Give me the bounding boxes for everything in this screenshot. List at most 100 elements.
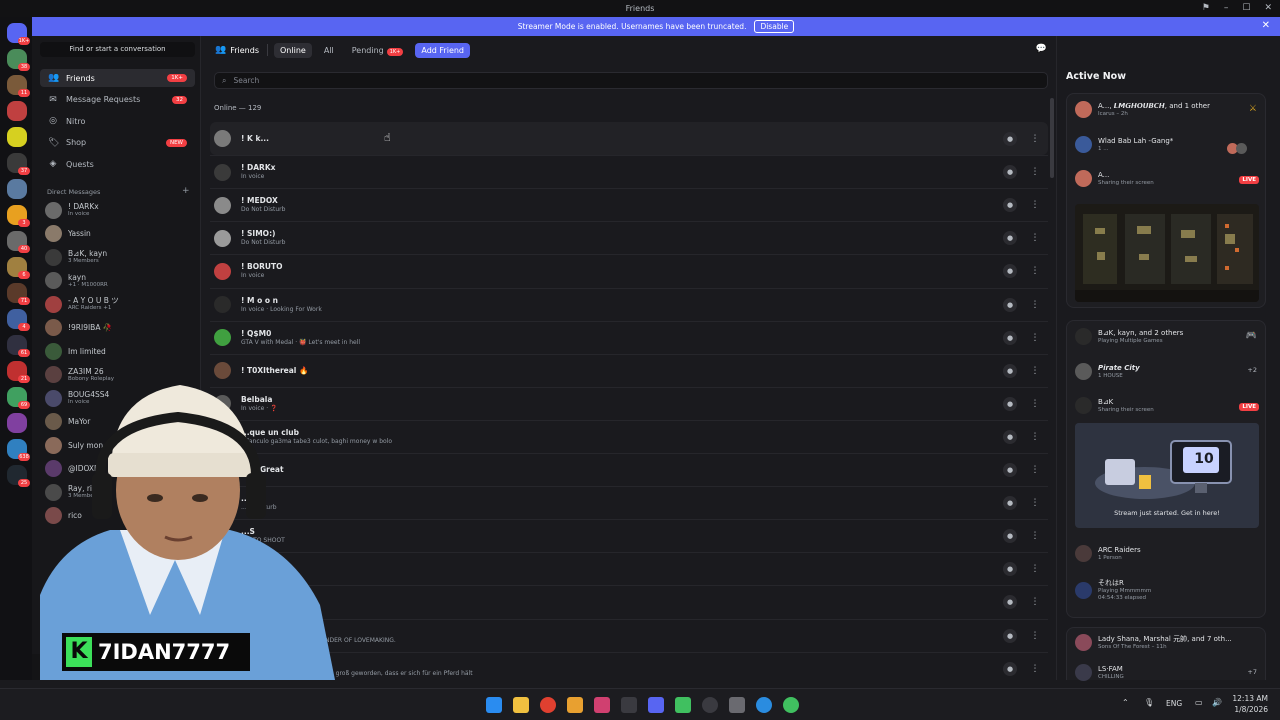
discord-icon[interactable] xyxy=(648,697,664,713)
mouse-cursor-icon: ☝ xyxy=(384,131,391,144)
app-icon[interactable] xyxy=(756,697,772,713)
chrome-icon[interactable] xyxy=(540,697,556,713)
volume-icon[interactable]: 🔊 xyxy=(1212,698,1222,707)
more-options-icon[interactable]: ⋮ xyxy=(1028,662,1042,676)
friend-row[interactable]: ! M o o n In voice · Looking For Work ● ⋮ xyxy=(210,287,1048,321)
start-icon[interactable] xyxy=(486,697,502,713)
find-conversation-button[interactable]: Find or start a conversation xyxy=(40,42,195,57)
clock[interactable]: 12:13 AM 1/8/2026 xyxy=(1232,693,1268,715)
message-icon[interactable]: ● xyxy=(1003,595,1017,610)
message-icon[interactable]: ● xyxy=(1003,562,1017,577)
friend-row[interactable]: ! SIMO:) Do Not Disturb ● ⋮ xyxy=(210,221,1048,254)
app-icon[interactable] xyxy=(702,697,718,713)
maximize-button[interactable]: ☐ xyxy=(1242,3,1250,13)
dm-item[interactable]: Yassin xyxy=(45,223,195,245)
message-icon[interactable]: ● xyxy=(1003,231,1017,246)
dm-item[interactable]: - A Y O U B ツ ARC Raiders +1 xyxy=(45,293,195,315)
disable-streamer-mode-button[interactable]: Disable xyxy=(754,20,795,33)
friend-row[interactable]: ! BORUTO In voice ● ⋮ xyxy=(210,254,1048,287)
more-options-icon[interactable]: ⋮ xyxy=(1028,562,1042,576)
friend-row[interactable]: ! MEDOX Do Not Disturb ● ⋮ xyxy=(210,188,1048,221)
message-icon[interactable]: ● xyxy=(1003,297,1017,312)
dm-item[interactable]: !9RI9IBA 🥀 xyxy=(45,317,195,339)
server-icon[interactable] xyxy=(7,101,27,121)
more-options-icon[interactable]: ⋮ xyxy=(1028,430,1042,444)
message-icon[interactable]: ● xyxy=(1003,165,1017,180)
friends-icon: 👥 xyxy=(48,73,60,83)
activity-card-1[interactable]: A..., 𝙇𝙈𝙂𝙃𝙊𝙐𝘽𝘾𝙃, and 1 other Icarus – 2h … xyxy=(1066,93,1266,308)
app-icon[interactable] xyxy=(594,697,610,713)
activity-card-2[interactable]: B⊿K, kayn, and 2 others Playing Multiple … xyxy=(1066,320,1266,618)
more-options-icon[interactable]: ⋮ xyxy=(1028,165,1042,179)
more-options-icon[interactable]: ⋮ xyxy=(1028,397,1042,411)
sidebar-item-shop[interactable]: 🏷 Shop NEW xyxy=(40,134,195,152)
message-icon[interactable]: ● xyxy=(1003,529,1017,544)
server-icon[interactable] xyxy=(7,127,27,147)
more-options-icon[interactable]: ⋮ xyxy=(1028,595,1042,609)
more-options-icon[interactable]: ⋮ xyxy=(1028,529,1042,543)
more-options-icon[interactable]: ⋮ xyxy=(1028,264,1042,278)
more-options-icon[interactable]: ⋮ xyxy=(1028,198,1042,212)
message-icon[interactable]: ● xyxy=(1003,628,1017,643)
card1-head: A..., 𝙇𝙈𝙂𝙃𝙊𝙐𝘽𝘾𝙃, and 1 other Icarus – 2h xyxy=(1075,101,1210,118)
more-options-icon[interactable]: ⋮ xyxy=(1028,331,1042,345)
message-icon[interactable]: ● xyxy=(1003,429,1017,444)
streamer-tag: 7IDAN7777 xyxy=(98,640,231,664)
more-options-icon[interactable]: ⋮ xyxy=(1028,298,1042,312)
more-options-icon[interactable]: ⋮ xyxy=(1028,629,1042,643)
dm-item[interactable]: ! DARKx In voice xyxy=(45,199,195,221)
tray-chevron-icon[interactable]: ⌃ xyxy=(1122,698,1129,707)
file-explorer-icon[interactable] xyxy=(513,697,529,713)
tab-pending[interactable]: Pending 1K+ xyxy=(346,43,410,58)
more-options-icon[interactable]: ⋮ xyxy=(1028,132,1042,146)
dm-name: !9RI9IBA 🥀 xyxy=(68,323,113,332)
stream-preview[interactable] xyxy=(1075,204,1259,302)
message-icon[interactable]: ● xyxy=(1003,396,1017,411)
sidebar-item-nitro[interactable]: ◎ Nitro xyxy=(40,112,195,130)
add-friend-button[interactable]: Add Friend xyxy=(415,42,471,58)
dm-item[interactable]: kayn +1 · M1000RR xyxy=(45,270,195,292)
friend-search[interactable]: ⌕ Search xyxy=(214,72,1048,89)
sidebar-item-message-requests[interactable]: ✉ Message Requests 32 xyxy=(40,91,195,109)
tab-all[interactable]: All xyxy=(318,43,340,58)
message-icon[interactable]: ● xyxy=(1003,363,1017,378)
more-options-icon[interactable]: ⋮ xyxy=(1028,364,1042,378)
app-icon[interactable] xyxy=(675,697,691,713)
app-icon[interactable] xyxy=(567,697,583,713)
activity-card-3[interactable]: Lady Shana, Marshal 元帥, and 7 oth... Sons… xyxy=(1066,627,1266,681)
mic-icon[interactable]: 🎙 xyxy=(1144,698,1154,707)
whatsapp-icon[interactable] xyxy=(783,697,799,713)
dm-item[interactable]: B⊿K, kayn 3 Members xyxy=(45,246,195,268)
message-icon[interactable]: ● xyxy=(1003,330,1017,345)
language-indicator[interactable]: ENG xyxy=(1166,699,1182,708)
close-banner-icon[interactable]: ✕ xyxy=(1262,20,1270,31)
message-icon[interactable]: ● xyxy=(1003,463,1017,477)
friend-row[interactable]: ! K k... ● ⋮ xyxy=(210,122,1048,155)
avatar xyxy=(214,229,231,247)
avatar xyxy=(214,329,231,347)
server-icon[interactable] xyxy=(7,179,27,199)
message-icon[interactable]: ● xyxy=(1003,661,1017,676)
sidebar-item-friends[interactable]: 👥 Friends 1K+ xyxy=(40,69,195,87)
friend-row[interactable]: ! DARKx In voice ● ⋮ xyxy=(210,155,1048,188)
scrollbar[interactable] xyxy=(1050,98,1054,178)
more-options-icon[interactable]: ⋮ xyxy=(1028,496,1042,510)
minimize-button[interactable]: – xyxy=(1224,3,1229,13)
more-options-icon[interactable]: ⋮ xyxy=(1028,231,1042,245)
close-button[interactable]: ✕ xyxy=(1264,3,1272,13)
new-group-dm-icon[interactable]: 💬 xyxy=(1036,44,1047,54)
settings-icon[interactable] xyxy=(729,697,745,713)
message-icon[interactable]: ● xyxy=(1003,264,1017,279)
sidebar-item-quests[interactable]: ◈ Quests xyxy=(40,155,195,173)
tab-online[interactable]: Online xyxy=(274,42,312,58)
message-icon[interactable]: ● xyxy=(1003,131,1017,146)
create-dm-icon[interactable]: + xyxy=(182,186,190,196)
stream-preview[interactable]: 10 Stream just started. Get in here! xyxy=(1075,423,1259,528)
inbox-icon[interactable]: ⚑ xyxy=(1202,3,1210,13)
app-icon[interactable] xyxy=(621,697,637,713)
message-icon[interactable]: ● xyxy=(1003,198,1017,213)
more-options-icon[interactable]: ⋮ xyxy=(1028,463,1042,477)
message-icon[interactable]: ● xyxy=(1003,496,1017,511)
friend-row[interactable]: ! Q$M0 GTA V with Medal · 👹 Let's meet in… xyxy=(210,320,1048,354)
network-icon[interactable]: ▭ xyxy=(1195,698,1203,707)
